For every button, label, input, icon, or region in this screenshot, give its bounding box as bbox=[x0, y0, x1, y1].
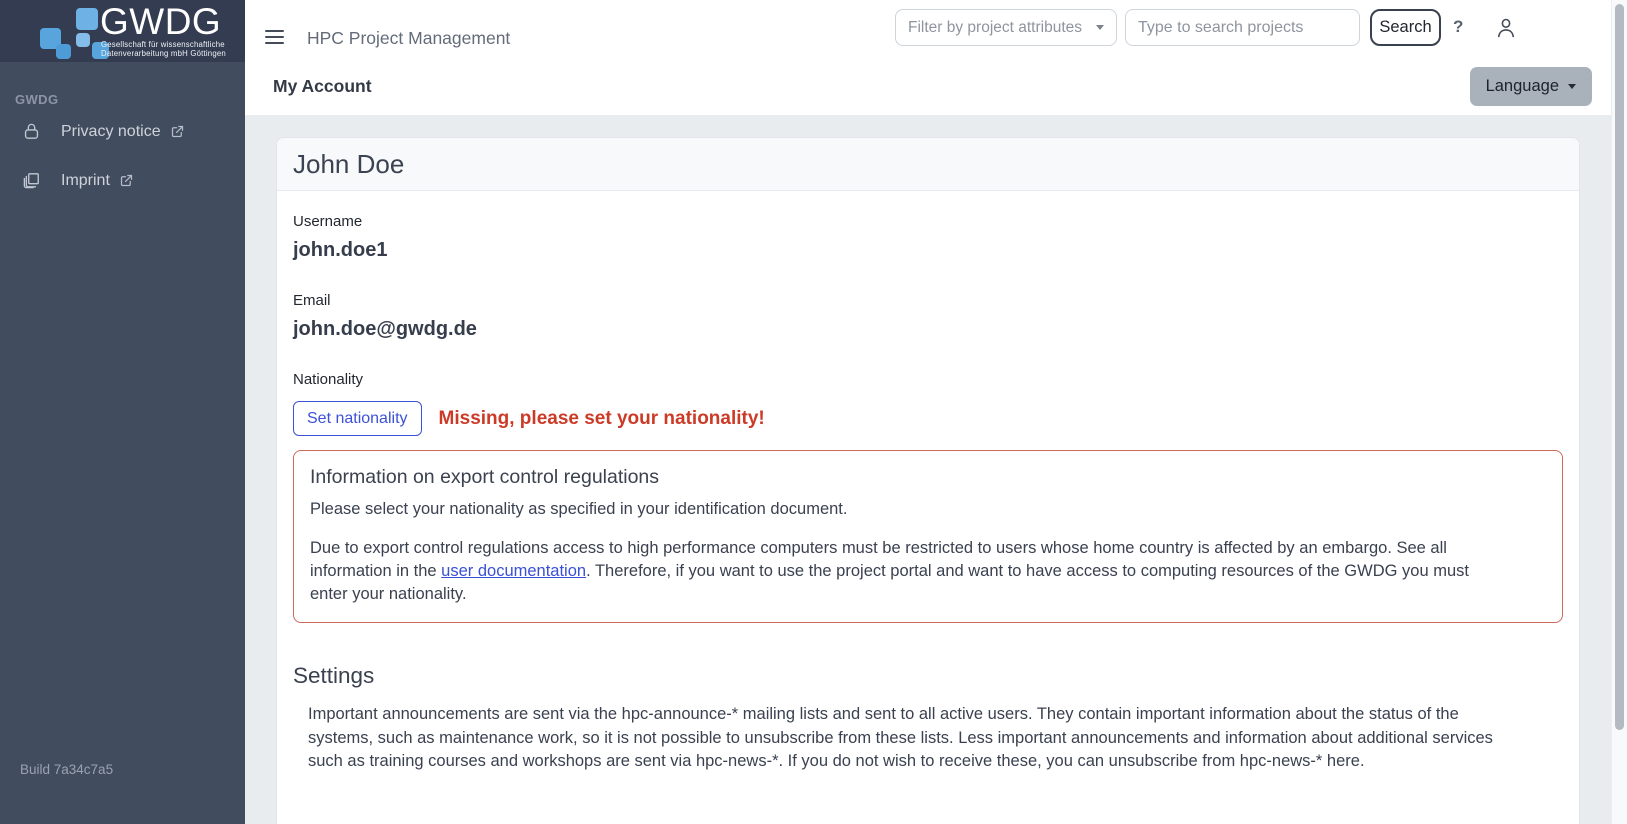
account-card: John Doe Username john.doe1 Email john.d… bbox=[276, 137, 1580, 824]
nationality-label: Nationality bbox=[293, 371, 364, 388]
chevron-down-icon bbox=[1096, 25, 1104, 30]
gwdg-logo-subtitle: Gesellschaft für wissenschaftliche Daten… bbox=[101, 40, 226, 58]
build-version: Build 7a34c7a5 bbox=[20, 762, 114, 777]
set-nationality-button[interactable]: Set nationality bbox=[293, 401, 422, 436]
sidebar-item-imprint[interactable]: Imprint bbox=[0, 156, 245, 205]
scrollbar-thumb[interactable] bbox=[1615, 4, 1624, 730]
app-title: HPC Project Management bbox=[307, 28, 511, 48]
top-navbar: HPC Project Management Filter by project… bbox=[245, 0, 1627, 115]
sidebar: GWDG Gesellschaft für wissenschaftliche … bbox=[0, 0, 245, 824]
main-content: John Doe Username john.doe1 Email john.d… bbox=[245, 115, 1611, 824]
user-account-icon[interactable] bbox=[1494, 15, 1518, 41]
sidebar-item-label: Privacy notice bbox=[61, 122, 161, 140]
search-button[interactable]: Search bbox=[1370, 9, 1441, 46]
filter-projects-dropdown[interactable]: Filter by project attributes bbox=[895, 9, 1117, 46]
gwdg-logo-subtitle-line2: Datenverarbeitung mbH Göttingen bbox=[101, 48, 226, 58]
gwdg-logo-square bbox=[56, 44, 71, 59]
export-control-info-box: Information on export control regulation… bbox=[293, 450, 1563, 623]
gwdg-logo[interactable]: GWDG Gesellschaft für wissenschaftliche … bbox=[0, 0, 245, 62]
account-card-header: John Doe bbox=[277, 138, 1579, 191]
gwdg-logo-square bbox=[76, 8, 98, 30]
external-link-icon bbox=[171, 125, 183, 138]
vertical-scrollbar[interactable] bbox=[1611, 0, 1627, 824]
chevron-down-icon bbox=[1568, 84, 1576, 89]
export-info-title: Information on export control regulation… bbox=[310, 466, 660, 488]
settings-title: Settings bbox=[293, 663, 375, 688]
help-icon[interactable]: ? bbox=[1453, 17, 1463, 37]
nationality-row: Set nationality Missing, please set your… bbox=[293, 401, 1563, 436]
user-documentation-link[interactable]: user documentation bbox=[441, 562, 586, 580]
username-label: Username bbox=[293, 213, 363, 230]
account-name: John Doe bbox=[293, 148, 405, 179]
sidebar-section-label: GWDG bbox=[15, 92, 59, 107]
account-card-body: Username john.doe1 Email john.doe@gwdg.d… bbox=[277, 191, 1579, 790]
username-value: john.doe1 bbox=[293, 239, 388, 261]
filter-projects-dropdown-label: Filter by project attributes bbox=[908, 18, 1083, 36]
export-info-paragraph2: Due to export control regulations access… bbox=[310, 537, 1505, 606]
pages-icon bbox=[23, 173, 39, 189]
language-dropdown-button[interactable]: Language bbox=[1469, 67, 1592, 106]
gwdg-logo-square bbox=[76, 33, 90, 47]
app-window: GWDG Gesellschaft für wissenschaftliche … bbox=[0, 0, 1627, 824]
language-dropdown-label: Language bbox=[1485, 77, 1559, 95]
page-title: My Account bbox=[273, 76, 372, 96]
external-link-icon bbox=[120, 174, 133, 187]
nationality-warning-text: Missing, please set your nationality! bbox=[438, 407, 765, 429]
gwdg-logo-text: GWDG bbox=[100, 1, 222, 42]
settings-section: Settings Important announcements are sen… bbox=[293, 663, 1563, 774]
search-projects-input[interactable] bbox=[1125, 9, 1360, 46]
settings-paragraph: Important announcements are sent via the… bbox=[308, 705, 1493, 770]
email-label: Email bbox=[293, 292, 331, 309]
export-info-paragraph1: Please select your nationality as specif… bbox=[310, 500, 848, 518]
email-value: john.doe@gwdg.de bbox=[293, 318, 477, 340]
sidebar-item-privacy-notice[interactable]: Privacy notice bbox=[0, 107, 245, 156]
lock-icon bbox=[24, 123, 39, 139]
hamburger-menu-icon[interactable] bbox=[265, 30, 284, 44]
sidebar-item-label: Imprint bbox=[61, 171, 110, 189]
